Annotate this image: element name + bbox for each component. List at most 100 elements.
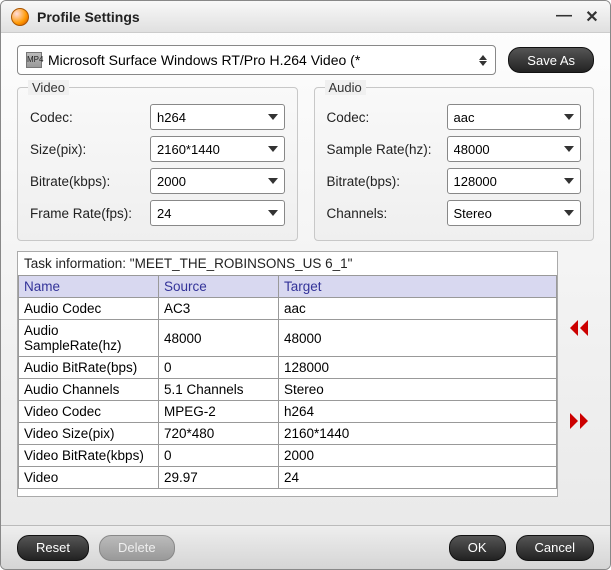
video-fps-row: Frame Rate(fps): 24 bbox=[30, 200, 285, 226]
table-cell: 2000 bbox=[279, 445, 557, 467]
audio-sample-select[interactable]: 48000 bbox=[447, 136, 582, 162]
table-cell: 2160*1440 bbox=[279, 423, 557, 445]
video-bitrate-select[interactable]: 2000 bbox=[150, 168, 285, 194]
delete-button[interactable]: Delete bbox=[99, 535, 175, 561]
window-controls: — ✕ bbox=[556, 7, 600, 27]
profile-row: MP4 Microsoft Surface Windows RT/Pro H.2… bbox=[17, 45, 594, 75]
chevron-down-icon bbox=[268, 114, 278, 120]
audio-codec-select[interactable]: aac bbox=[447, 104, 582, 130]
video-fps-label: Frame Rate(fps): bbox=[30, 206, 150, 221]
table-row: Video BitRate(kbps)02000 bbox=[19, 445, 557, 467]
minimize-button[interactable]: — bbox=[556, 7, 572, 27]
task-nav bbox=[564, 251, 594, 497]
table-cell: h264 bbox=[279, 401, 557, 423]
table-cell: 128000 bbox=[279, 357, 557, 379]
window-title: Profile Settings bbox=[37, 9, 556, 25]
table-header-row: Name Source Target bbox=[19, 276, 557, 298]
audio-sample-label: Sample Rate(hz): bbox=[327, 142, 447, 157]
chevron-down-icon bbox=[564, 210, 574, 216]
task-info-box: Task information: "MEET_THE_ROBINSONS_US… bbox=[17, 251, 558, 497]
chevron-down-icon bbox=[268, 210, 278, 216]
video-panel-title: Video bbox=[28, 80, 69, 95]
prev-task-button[interactable] bbox=[568, 318, 590, 338]
table-cell: Video Size(pix) bbox=[19, 423, 159, 445]
table-row: Video29.9724 bbox=[19, 467, 557, 489]
video-codec-select[interactable]: h264 bbox=[150, 104, 285, 130]
table-cell: Video BitRate(kbps) bbox=[19, 445, 159, 467]
table-cell: 29.97 bbox=[159, 467, 279, 489]
table-cell: Audio SampleRate(hz) bbox=[19, 320, 159, 357]
table-cell: 0 bbox=[159, 357, 279, 379]
video-size-label: Size(pix): bbox=[30, 142, 150, 157]
footer: Reset Delete OK Cancel bbox=[1, 525, 610, 569]
audio-channels-row: Channels: Stereo bbox=[327, 200, 582, 226]
content-area: MP4 Microsoft Surface Windows RT/Pro H.2… bbox=[1, 33, 610, 505]
table-cell: Video bbox=[19, 467, 159, 489]
col-source: Source bbox=[159, 276, 279, 298]
app-icon bbox=[11, 8, 29, 26]
video-codec-label: Codec: bbox=[30, 110, 150, 125]
table-cell: MPEG-2 bbox=[159, 401, 279, 423]
video-panel: Video Codec: h264 Size(pix): 2160*1440 B… bbox=[17, 87, 298, 241]
task-area: Task information: "MEET_THE_ROBINSONS_US… bbox=[17, 251, 594, 497]
table-cell: AC3 bbox=[159, 298, 279, 320]
task-info-label: Task information: "MEET_THE_ROBINSONS_US… bbox=[18, 252, 557, 275]
reset-button[interactable]: Reset bbox=[17, 535, 89, 561]
table-row: Audio Channels5.1 ChannelsStereo bbox=[19, 379, 557, 401]
chevron-down-icon bbox=[564, 178, 574, 184]
close-button[interactable]: ✕ bbox=[584, 7, 600, 27]
table-cell: 48000 bbox=[159, 320, 279, 357]
chevron-down-icon bbox=[479, 61, 487, 66]
video-size-select[interactable]: 2160*1440 bbox=[150, 136, 285, 162]
audio-bitrate-row: Bitrate(bps): 128000 bbox=[327, 168, 582, 194]
audio-bitrate-select[interactable]: 128000 bbox=[447, 168, 582, 194]
settings-panels: Video Codec: h264 Size(pix): 2160*1440 B… bbox=[17, 87, 594, 241]
chevron-down-icon bbox=[564, 114, 574, 120]
profile-settings-window: Profile Settings — ✕ MP4 Microsoft Surfa… bbox=[0, 0, 611, 570]
video-fps-select[interactable]: 24 bbox=[150, 200, 285, 226]
double-left-icon bbox=[568, 318, 590, 338]
table-cell: Audio Channels bbox=[19, 379, 159, 401]
audio-sample-row: Sample Rate(hz): 48000 bbox=[327, 136, 582, 162]
video-codec-row: Codec: h264 bbox=[30, 104, 285, 130]
table-cell: 24 bbox=[279, 467, 557, 489]
table-cell: 48000 bbox=[279, 320, 557, 357]
table-cell: 5.1 Channels bbox=[159, 379, 279, 401]
profile-select[interactable]: MP4 Microsoft Surface Windows RT/Pro H.2… bbox=[17, 45, 496, 75]
audio-channels-select[interactable]: Stereo bbox=[447, 200, 582, 226]
table-row: Audio BitRate(bps)0128000 bbox=[19, 357, 557, 379]
next-task-button[interactable] bbox=[568, 411, 590, 431]
video-bitrate-row: Bitrate(kbps): 2000 bbox=[30, 168, 285, 194]
ok-button[interactable]: OK bbox=[449, 535, 506, 561]
audio-codec-row: Codec: aac bbox=[327, 104, 582, 130]
table-row: Audio CodecAC3aac bbox=[19, 298, 557, 320]
audio-panel-title: Audio bbox=[325, 80, 366, 95]
video-bitrate-label: Bitrate(kbps): bbox=[30, 174, 150, 189]
table-cell: Stereo bbox=[279, 379, 557, 401]
chevron-up-icon bbox=[479, 55, 487, 60]
cancel-button[interactable]: Cancel bbox=[516, 535, 594, 561]
chevron-down-icon bbox=[268, 146, 278, 152]
task-scroll[interactable]: Task information: "MEET_THE_ROBINSONS_US… bbox=[18, 252, 557, 496]
audio-channels-label: Channels: bbox=[327, 206, 447, 221]
double-right-icon bbox=[568, 411, 590, 431]
chevron-down-icon bbox=[268, 178, 278, 184]
profile-spinner[interactable] bbox=[479, 55, 487, 66]
save-as-button[interactable]: Save As bbox=[508, 47, 594, 73]
video-size-row: Size(pix): 2160*1440 bbox=[30, 136, 285, 162]
audio-bitrate-label: Bitrate(bps): bbox=[327, 174, 447, 189]
table-row: Audio SampleRate(hz)4800048000 bbox=[19, 320, 557, 357]
titlebar: Profile Settings — ✕ bbox=[1, 1, 610, 33]
table-row: Video Size(pix)720*4802160*1440 bbox=[19, 423, 557, 445]
table-cell: Audio Codec bbox=[19, 298, 159, 320]
table-cell: aac bbox=[279, 298, 557, 320]
table-cell: 720*480 bbox=[159, 423, 279, 445]
task-info-table: Name Source Target Audio CodecAC3aacAudi… bbox=[18, 275, 557, 489]
audio-codec-label: Codec: bbox=[327, 110, 447, 125]
table-row: Video CodecMPEG-2h264 bbox=[19, 401, 557, 423]
col-target: Target bbox=[279, 276, 557, 298]
profile-select-text: Microsoft Surface Windows RT/Pro H.264 V… bbox=[48, 52, 473, 68]
device-icon: MP4 bbox=[26, 52, 42, 68]
table-cell: 0 bbox=[159, 445, 279, 467]
audio-panel: Audio Codec: aac Sample Rate(hz): 48000 … bbox=[314, 87, 595, 241]
